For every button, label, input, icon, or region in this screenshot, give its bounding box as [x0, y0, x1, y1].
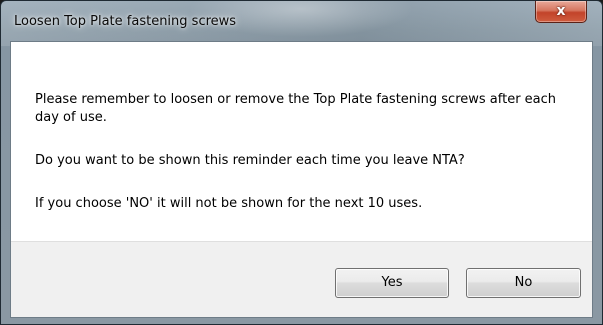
button-strip: Yes No: [11, 241, 592, 317]
dialog-window: Loosen Top Plate fastening screws x Plea…: [0, 0, 603, 325]
dialog-client-area: Please remember to loosen or remove the …: [10, 41, 593, 318]
close-button[interactable]: x: [535, 1, 587, 23]
close-icon: x: [556, 3, 566, 19]
reminder-message: Please remember to loosen or remove the …: [35, 92, 557, 125]
message-area: Please remember to loosen or remove the …: [11, 42, 592, 241]
title-bar[interactable]: Loosen Top Plate fastening screws x: [1, 1, 602, 41]
question-message: Do you want to be shown this reminder ea…: [35, 153, 465, 168]
info-message: If you choose 'NO' it will not be shown …: [35, 196, 423, 211]
window-title: Loosen Top Plate fastening screws: [14, 14, 237, 29]
no-button[interactable]: No: [466, 268, 581, 298]
yes-button[interactable]: Yes: [335, 268, 449, 298]
